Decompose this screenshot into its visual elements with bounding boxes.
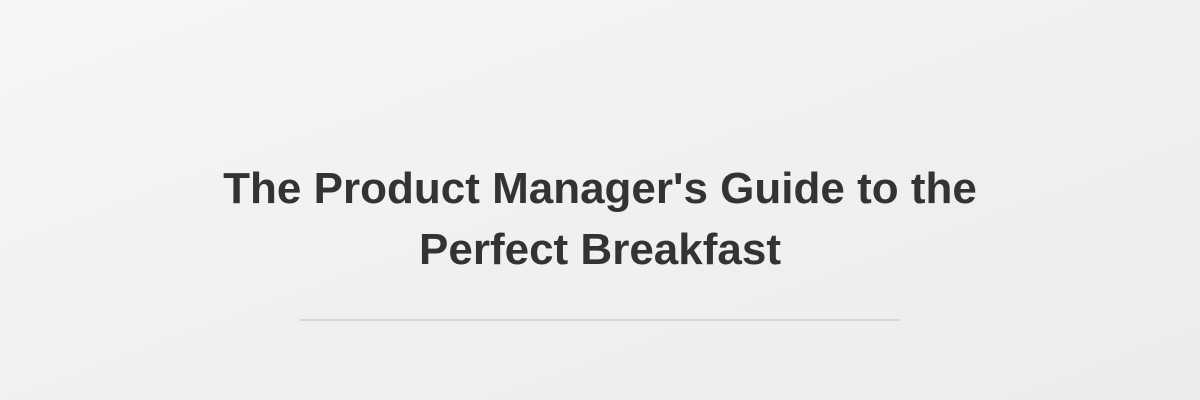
- title-banner: The Product Manager's Guide to the Perfe…: [0, 0, 1200, 400]
- divider: [300, 319, 900, 321]
- page-title: The Product Manager's Guide to the Perfe…: [223, 164, 977, 274]
